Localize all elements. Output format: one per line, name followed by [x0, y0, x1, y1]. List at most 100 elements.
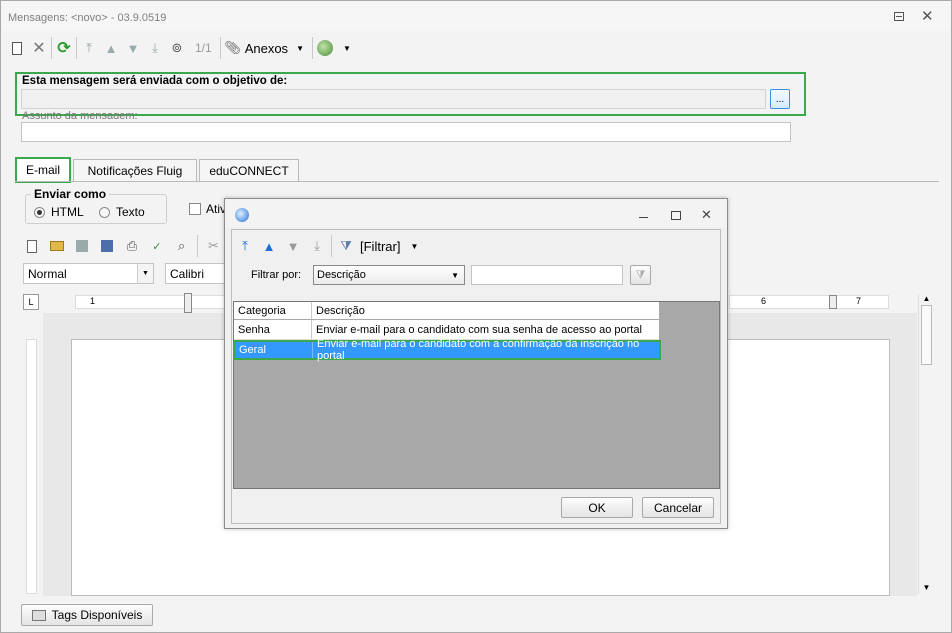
- toolbar-separator: [51, 37, 52, 59]
- filter-dialog: ✕ ⤒ ▲ ▼ ⤓ ⧩ [Filtrar] ▼ Filtrar por: Des…: [224, 198, 728, 529]
- vertical-ruler[interactable]: [26, 339, 37, 594]
- objective-field[interactable]: [21, 89, 766, 109]
- chevron-down-icon[interactable]: ▼: [296, 44, 304, 53]
- radio-html[interactable]: HTML: [34, 205, 84, 219]
- objective-label: Esta mensagem será enviada com o objetiv…: [22, 75, 288, 87]
- activate-checkbox[interactable]: Ativ: [189, 202, 226, 216]
- attachments-button[interactable]: Anexos: [245, 41, 288, 56]
- restore-icon[interactable]: [671, 211, 681, 220]
- table-row-selected[interactable]: Geral Enviar e-mail para o candidato com…: [233, 338, 661, 362]
- column-header-categoria[interactable]: Categoria: [234, 302, 312, 319]
- tab-email-label: E-mail: [25, 163, 60, 177]
- filter-by-value: Descrição: [317, 269, 366, 281]
- radio-text-label: Texto: [116, 205, 145, 219]
- last-record-icon[interactable]: ⤓: [145, 38, 165, 58]
- row-descricao: Enviar e-mail para o candidato com sua s…: [316, 323, 642, 336]
- binoculars-icon[interactable]: ⊚: [167, 38, 187, 58]
- apply-filter-button[interactable]: ⧩: [630, 265, 651, 285]
- radio-text-indicator[interactable]: [99, 206, 110, 218]
- print-icon[interactable]: ⎙: [123, 236, 142, 256]
- next-record-icon[interactable]: ▼: [123, 38, 143, 58]
- subject-label: Assunto da mensagem:: [22, 110, 138, 119]
- scroll-thumb[interactable]: [921, 305, 932, 365]
- first-record-icon[interactable]: ⤒: [235, 236, 255, 256]
- chevron-down-icon[interactable]: ▼: [343, 44, 351, 53]
- column-header-descricao[interactable]: Descrição: [312, 302, 659, 319]
- dialog-toolbar: ⤒ ▲ ▼ ⤓ ⧩ [Filtrar] ▼: [235, 235, 418, 257]
- previous-record-icon[interactable]: ▲: [259, 236, 279, 256]
- refresh-icon[interactable]: ⟳: [54, 38, 74, 58]
- dialog-title-bar: ✕: [225, 199, 727, 227]
- chevron-down-icon[interactable]: ▼: [451, 271, 459, 280]
- scroll-up-arrow[interactable]: ▲: [919, 294, 934, 303]
- last-record-icon[interactable]: ⤓: [307, 236, 327, 256]
- horizontal-ruler[interactable]: [75, 295, 225, 309]
- ruler-indent-marker-right[interactable]: [829, 295, 837, 309]
- chevron-down-icon[interactable]: ▼: [410, 242, 418, 251]
- cancel-button-label: Cancelar: [653, 500, 703, 515]
- ok-button-label: OK: [588, 500, 606, 515]
- table-row[interactable]: Senha Enviar e-mail para o candidato com…: [234, 320, 659, 340]
- subject-field[interactable]: [21, 122, 791, 142]
- toolbar-separator: [219, 37, 221, 59]
- tags-icon: [31, 609, 46, 621]
- spell-check-icon[interactable]: ✓: [147, 236, 166, 256]
- open-folder-icon[interactable]: [48, 236, 67, 256]
- minimize-icon[interactable]: [639, 217, 648, 218]
- print-preview-icon[interactable]: ⌕: [172, 236, 191, 256]
- first-record-icon[interactable]: ⤒: [79, 38, 99, 58]
- new-file-icon[interactable]: [23, 236, 42, 256]
- filter-icon[interactable]: ⧩: [336, 236, 356, 256]
- row-descricao: Enviar e-mail para o candidato com a con…: [317, 338, 640, 362]
- delete-icon[interactable]: ✕: [29, 38, 49, 58]
- previous-record-icon[interactable]: ▲: [101, 38, 121, 58]
- style-select-value: Normal: [28, 266, 67, 281]
- filter-button[interactable]: [Filtrar]: [360, 239, 400, 254]
- tags-button[interactable]: Tags Disponíveis: [21, 604, 153, 626]
- new-document-icon[interactable]: [7, 38, 27, 58]
- paperclip-icon[interactable]: 📎︎: [223, 38, 243, 58]
- close-icon[interactable]: ✕: [921, 7, 934, 25]
- tab-educonnect[interactable]: eduCONNECT: [199, 159, 299, 181]
- ruler-indent-marker[interactable]: [184, 293, 192, 313]
- globe-icon[interactable]: [315, 38, 335, 58]
- ok-button[interactable]: OK: [561, 497, 633, 518]
- restore-icon[interactable]: [894, 12, 904, 21]
- app-logo-icon: [235, 208, 249, 222]
- filter-by-label: Filtrar por:: [251, 269, 302, 281]
- tab-notificacoes-fluig[interactable]: Notificações Fluig: [73, 159, 197, 181]
- toolbar-separator: [311, 37, 313, 59]
- radio-text[interactable]: Texto: [99, 205, 145, 219]
- vertical-scrollbar[interactable]: ▲ ▼: [918, 294, 934, 594]
- tab-educonnect-label: eduCONNECT: [209, 163, 289, 178]
- close-icon[interactable]: ✕: [701, 207, 712, 223]
- scroll-down-arrow[interactable]: ▼: [919, 583, 934, 592]
- chevron-down-icon[interactable]: ▼: [137, 264, 153, 283]
- ruler-number: 7: [856, 296, 862, 306]
- tab-email[interactable]: E-mail: [15, 157, 71, 183]
- radio-html-label: HTML: [51, 205, 84, 219]
- window-title: Mensagens: <novo> - 03.9.0519: [8, 12, 167, 24]
- next-record-icon[interactable]: ▼: [283, 236, 303, 256]
- grid-header: Categoria Descrição: [234, 302, 659, 320]
- objective-lookup-button[interactable]: ...: [770, 89, 790, 109]
- save-as-icon[interactable]: [98, 236, 117, 256]
- horizontal-ruler-right[interactable]: [729, 295, 889, 309]
- radio-html-indicator[interactable]: [34, 206, 45, 218]
- ruler-corner[interactable]: L: [23, 294, 39, 310]
- cancel-button[interactable]: Cancelar: [642, 497, 714, 518]
- tab-notificacoes-label: Notificações Fluig: [87, 163, 183, 178]
- cut-icon[interactable]: ✂: [204, 236, 223, 256]
- style-select[interactable]: Normal ▼: [23, 263, 154, 284]
- main-toolbar: ✕ ⟳ ⤒ ▲ ▼ ⤓ ⊚ 1/1 📎︎ Anexos ▼ ▼: [7, 35, 407, 61]
- record-counter: 1/1: [195, 41, 212, 55]
- tab-strip: E-mail Notificações Fluig eduCONNECT: [15, 157, 939, 183]
- lookup-button-label: ...: [775, 93, 785, 105]
- filter-text-input[interactable]: [471, 265, 623, 285]
- checkbox-box[interactable]: [189, 203, 201, 215]
- save-icon[interactable]: [73, 236, 92, 256]
- filter-by-select[interactable]: Descrição ▼: [313, 265, 465, 285]
- font-select[interactable]: Calibri: [165, 263, 225, 284]
- activate-label: Ativ: [206, 202, 227, 216]
- send-as-title: Enviar como: [31, 187, 110, 201]
